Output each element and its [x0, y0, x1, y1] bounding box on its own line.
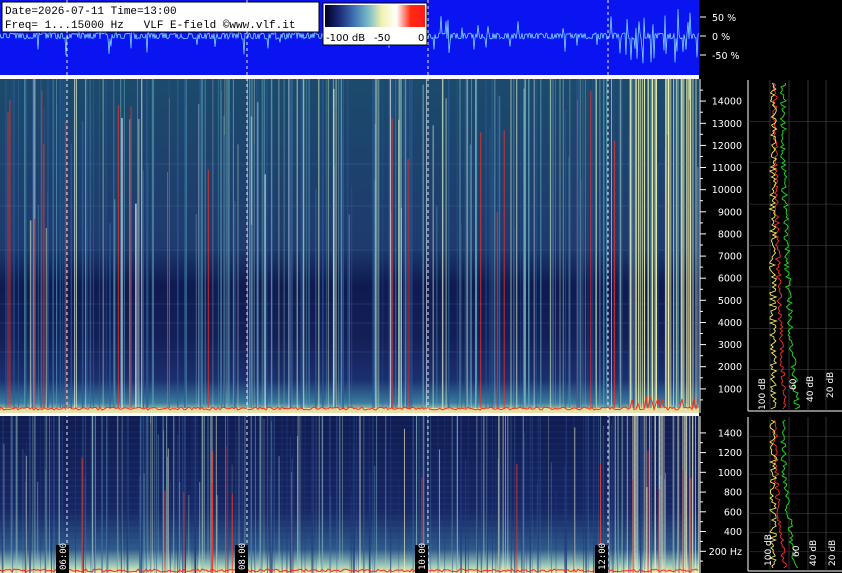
waveform-tick-label: -50 % [712, 51, 740, 62]
colorbar-label-mid: -50 [374, 33, 390, 44]
freq-tick-label: 3000 [718, 340, 742, 351]
spectrum-bottom-label: 100 dB [764, 534, 774, 566]
freq-tick-label: 400 [724, 527, 742, 538]
spectrum-profile-top [747, 80, 842, 412]
freq-tick-label: 7000 [718, 252, 742, 263]
svg-text:08:00: 08:00 [238, 543, 248, 570]
colorbar-label-max: 0 [418, 33, 424, 44]
freq-tick-label: 6000 [718, 274, 742, 285]
freq-tick-label: 8000 [718, 229, 742, 240]
freq-tick-label: 11000 [712, 163, 742, 174]
freq-tick-label: 200 Hz [709, 547, 742, 558]
freq-tick-label: 10000 [712, 185, 742, 196]
waveform-tick-label: 0 % [712, 32, 730, 43]
waveform-axis: 50 % 0 % -50 % [700, 13, 740, 62]
freq-tick-label: 5000 [718, 296, 742, 307]
freq-tick-label: 12000 [712, 141, 742, 152]
svg-text:10:00: 10:00 [418, 543, 428, 570]
freq-tick-label: 9000 [718, 207, 742, 218]
freq-tick-label: 1400 [718, 428, 742, 439]
header-date-time: Date=2026-07-11 Time=13:00 [5, 6, 177, 18]
freq-tick-label: 1000 [718, 384, 742, 395]
spectrum-top-label: 20 dB [826, 372, 836, 398]
svg-text:06:00: 06:00 [59, 543, 69, 570]
header-freq-info: Freq= 1...15000 Hz VLF E-field ©www.vlf.… [5, 20, 295, 32]
freq-tick-label: 1000 [718, 468, 742, 479]
freq-tick-label: 14000 [712, 97, 742, 108]
freq-tick-label: 4000 [718, 318, 742, 329]
waveform-tick-label: 50 % [712, 13, 736, 24]
spectrum-bottom-label: 60 [792, 545, 802, 557]
spectrum-top-label: 40 dB [806, 376, 816, 402]
time-label-1000: 10:00 [415, 543, 428, 573]
frequency-axis-bottom: 1400 1200 1000 800 600 400 200 Hz [699, 416, 742, 573]
freq-tick-label: 13000 [712, 119, 742, 130]
spectrum-top-label: 60 [789, 378, 799, 390]
spectrum-bottom-label: 40 dB [809, 540, 819, 566]
freq-tick-label: 600 [724, 507, 742, 518]
spectrogram-figure: 50 % 0 % -50 % Date=2026-07-11 Time=13:0… [0, 0, 842, 573]
svg-text:12:00: 12:00 [598, 543, 608, 570]
frequency-axis-top: 14000 13000 12000 11000 10000 9000 8000 7000 600… [699, 79, 742, 413]
vlf-spectrogram-display: 50 % 0 % -50 % Date=2026-07-11 Time=13:0… [0, 0, 842, 573]
spectrum-top-label: 100 dB [758, 378, 768, 410]
colorbar-gradient [325, 5, 425, 27]
time-label-1200: 12:00 [595, 543, 608, 573]
freq-tick-label: 1200 [718, 448, 742, 459]
spectrum-bottom-label: 20 dB [828, 540, 838, 566]
time-label-0600: 06:00 [56, 543, 69, 573]
time-label-0800: 08:00 [235, 543, 248, 573]
freq-tick-label: 2000 [718, 362, 742, 373]
colorbar-label-min: -100 dB [326, 33, 365, 44]
freq-tick-label: 800 [724, 488, 742, 499]
